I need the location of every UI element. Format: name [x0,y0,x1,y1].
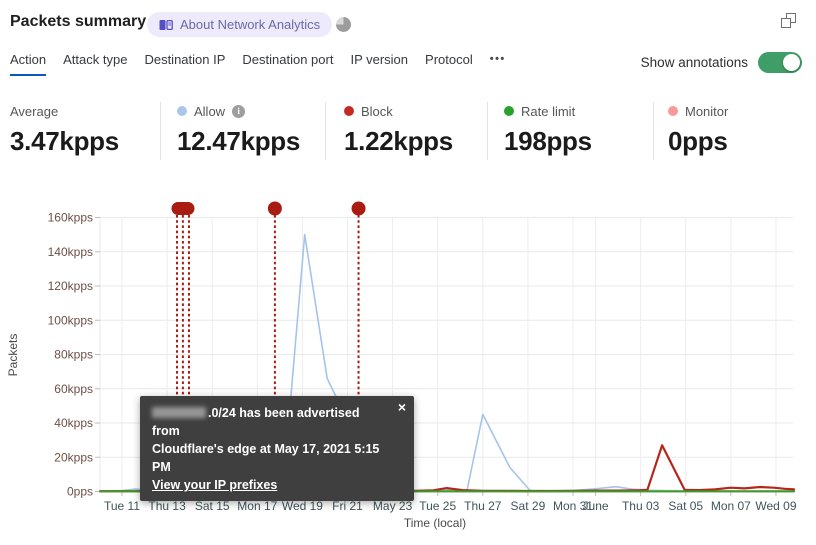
svg-text:May 23: May 23 [373,499,413,513]
svg-text:0pps: 0pps [67,485,93,499]
svg-text:160kpps: 160kpps [48,211,93,225]
svg-text:120kpps: 120kpps [48,279,93,293]
svg-text:60kpps: 60kpps [54,382,93,396]
tooltip-line1: .0/24 has been advertised from [152,406,360,438]
annotation-dot-marker[interactable] [267,201,282,216]
svg-text:140kpps: 140kpps [48,245,93,259]
svg-text:Fri 21: Fri 21 [332,499,363,513]
annotation-dot-marker[interactable] [351,201,366,216]
tooltip-caret [264,461,282,471]
svg-text:Tue 11: Tue 11 [104,499,140,513]
y-axis-title: Packets [6,334,20,377]
svg-text:Sat 15: Sat 15 [195,499,230,513]
svg-text:Sat 29: Sat 29 [511,499,546,513]
svg-text:40kpps: 40kpps [54,416,93,430]
svg-text:Wed 19: Wed 19 [282,499,323,513]
svg-text:100kpps: 100kpps [48,313,93,327]
view-ip-prefixes-link[interactable]: View your IP prefixes [152,478,277,492]
svg-text:Thu 27: Thu 27 [464,499,502,513]
svg-text:Mon 07: Mon 07 [711,499,751,513]
svg-text:Wed 09: Wed 09 [755,499,796,513]
svg-text:Sat 05: Sat 05 [668,499,703,513]
x-axis-title: Time (local) [404,516,466,530]
svg-text:80kpps: 80kpps [54,348,93,362]
annotation-tooltip: × .0/24 has been advertised from Cloudfl… [140,396,414,501]
svg-text:Thu 03: Thu 03 [622,499,660,513]
svg-text:Tue 25: Tue 25 [419,499,456,513]
svg-text:Mon 17: Mon 17 [237,499,277,513]
svg-text:Thu 13: Thu 13 [148,499,186,513]
svg-text:June: June [583,499,609,513]
annotation-cluster-marker[interactable] [171,202,195,215]
redacted-ip-prefix [152,407,206,418]
tooltip-close-icon[interactable]: × [398,400,406,414]
svg-text:20kpps: 20kpps [54,450,93,464]
